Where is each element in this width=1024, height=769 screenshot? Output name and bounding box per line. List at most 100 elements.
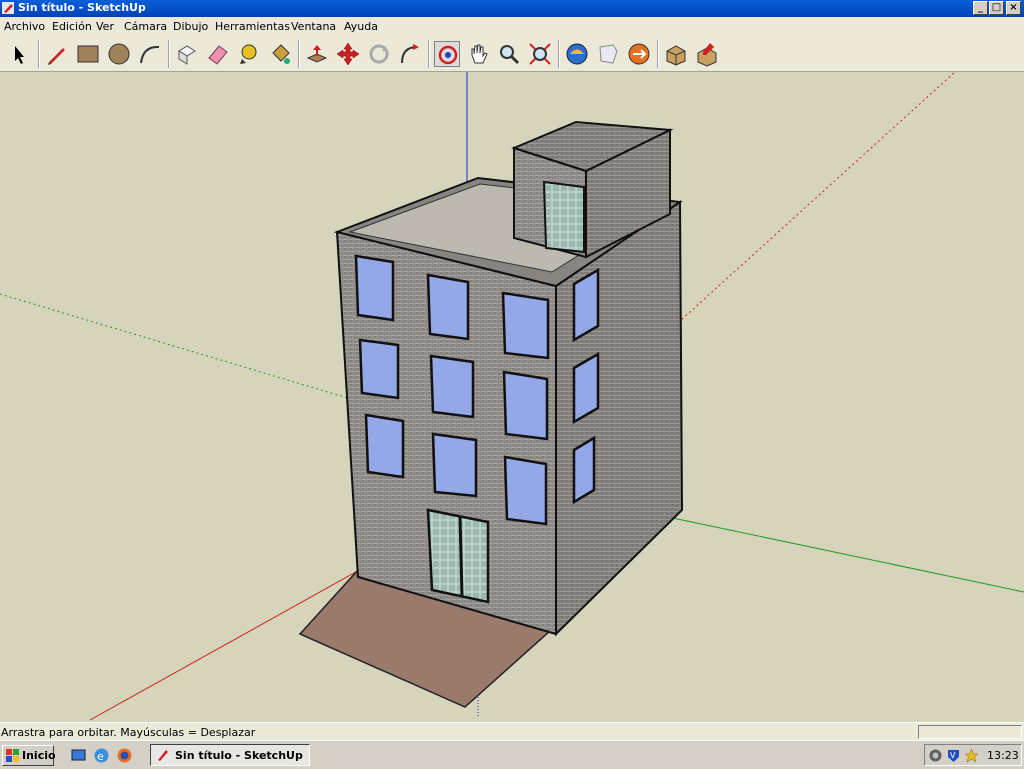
warehouse-button[interactable] xyxy=(564,41,590,67)
svg-text:V: V xyxy=(950,751,956,760)
3d-warehouse-icon xyxy=(566,43,588,65)
toolbar xyxy=(0,37,1024,72)
windows-taskbar: Inicio e Sin título - SketchUp V 13:23 xyxy=(0,740,1024,769)
window[interactable] xyxy=(431,432,478,498)
push-pull-button[interactable] xyxy=(304,41,330,67)
model-canvas[interactable] xyxy=(0,72,1024,722)
select-tool-button[interactable] xyxy=(6,41,32,67)
components-button[interactable] xyxy=(663,41,689,67)
window[interactable] xyxy=(503,455,548,526)
circle-tool-button[interactable] xyxy=(106,41,132,67)
minimize-button[interactable]: _ xyxy=(973,1,988,15)
menu-ventana[interactable]: Ventana xyxy=(291,20,336,33)
share-model-icon xyxy=(628,43,650,65)
window-title: Sin título - SketchUp xyxy=(18,1,146,14)
stair-tower-window[interactable] xyxy=(542,180,585,254)
system-tray: V 13:23 xyxy=(924,744,1022,766)
start-button[interactable]: Inicio xyxy=(2,745,56,766)
get-models-button[interactable] xyxy=(595,41,621,67)
arc-tool-button[interactable] xyxy=(137,41,163,67)
push-pull-icon xyxy=(306,45,328,63)
menu-archivo[interactable]: Archivo xyxy=(4,20,45,33)
pan-tool-button[interactable] xyxy=(465,41,491,67)
eraser-icon xyxy=(208,45,228,65)
window[interactable] xyxy=(429,354,475,419)
firefox-icon[interactable] xyxy=(116,747,133,764)
title-bar: Sin título - SketchUp _ □ × xyxy=(0,0,1024,17)
follow-me-icon xyxy=(401,44,419,64)
share-model-button[interactable] xyxy=(626,41,652,67)
rectangle-tool-button[interactable] xyxy=(75,41,101,67)
window[interactable] xyxy=(354,254,395,322)
toolbar-separator xyxy=(428,40,430,68)
place-component-button[interactable] xyxy=(694,41,720,67)
menu-herramientas[interactable]: Herramientas xyxy=(215,20,290,33)
follow-me-button[interactable] xyxy=(397,41,423,67)
menu-bar: Archivo Edición Ver Cámara Dibujo Herram… xyxy=(0,17,1024,38)
toolbar-separator xyxy=(38,40,40,68)
tape-measure-icon xyxy=(240,44,257,64)
sketchup-pencil-icon xyxy=(156,748,170,762)
menu-edicion[interactable]: Edición xyxy=(52,20,92,33)
network-icon[interactable] xyxy=(928,748,943,763)
entrance-door[interactable] xyxy=(426,508,490,604)
move-icon xyxy=(336,42,360,66)
menu-dibujo[interactable]: Dibujo xyxy=(173,20,208,33)
toolbar-separator xyxy=(657,40,659,68)
clock: 13:23 xyxy=(987,749,1019,762)
circle-icon xyxy=(108,43,130,65)
window[interactable] xyxy=(358,338,400,400)
pan-hand-icon xyxy=(471,44,488,64)
maximize-button[interactable]: □ xyxy=(989,1,1004,15)
make-component-button[interactable] xyxy=(174,41,200,67)
svg-text:e: e xyxy=(97,750,104,763)
rotate-icon xyxy=(369,44,389,64)
windows-logo-icon xyxy=(6,749,19,762)
rectangle-icon xyxy=(77,45,99,63)
taskbar-item-label: Sin título - SketchUp xyxy=(175,749,303,762)
zoom-tool-button[interactable] xyxy=(496,41,522,67)
status-bar: Arrastra para orbitar. Mayúsculas = Desp… xyxy=(0,722,1024,741)
side-window[interactable] xyxy=(572,267,600,343)
select-arrow-icon xyxy=(15,46,24,64)
arc-icon xyxy=(140,45,160,64)
measurements-box[interactable] xyxy=(918,725,1022,739)
window[interactable] xyxy=(502,370,549,441)
rotate-tool-button[interactable] xyxy=(366,41,392,67)
orbit-icon xyxy=(438,45,458,65)
make-component-icon xyxy=(178,45,196,65)
orbit-tool-button[interactable] xyxy=(434,41,460,67)
window[interactable] xyxy=(426,273,470,341)
start-label: Inicio xyxy=(22,749,56,762)
paint-bucket-icon xyxy=(272,44,290,64)
desktop-icon[interactable] xyxy=(70,747,87,764)
pencil-line-icon xyxy=(48,48,65,65)
window[interactable] xyxy=(501,291,550,360)
menu-ayuda[interactable]: Ayuda xyxy=(344,20,378,33)
side-window[interactable] xyxy=(572,435,596,505)
messenger-icon[interactable] xyxy=(964,748,979,763)
close-button[interactable]: × xyxy=(1006,1,1021,15)
taskbar-item-sketchup[interactable]: Sin título - SketchUp xyxy=(150,744,310,766)
menu-ver[interactable]: Ver xyxy=(96,20,114,33)
antivirus-icon[interactable]: V xyxy=(946,748,961,763)
zoom-extents-button[interactable] xyxy=(527,41,553,67)
component-icon xyxy=(666,45,686,66)
toolbar-separator xyxy=(168,40,170,68)
eraser-tool-button[interactable] xyxy=(205,41,231,67)
door-divider xyxy=(458,515,464,597)
place-component-icon xyxy=(697,43,717,67)
move-tool-button[interactable] xyxy=(335,41,361,67)
status-message: Arrastra para orbitar. Mayúsculas = Desp… xyxy=(1,726,256,739)
zoom-extents-icon xyxy=(529,43,551,65)
drawing-viewport[interactable] xyxy=(0,72,1024,722)
toolbar-separator xyxy=(558,40,560,68)
window[interactable] xyxy=(364,413,405,479)
line-tool-button[interactable] xyxy=(44,41,70,67)
paint-bucket-button[interactable] xyxy=(267,41,293,67)
tape-measure-button[interactable] xyxy=(236,41,262,67)
sketchup-pencil-icon xyxy=(2,2,14,14)
menu-camara[interactable]: Cámara xyxy=(124,20,167,33)
internet-explorer-icon[interactable]: e xyxy=(93,747,110,764)
toolbar-separator xyxy=(298,40,300,68)
